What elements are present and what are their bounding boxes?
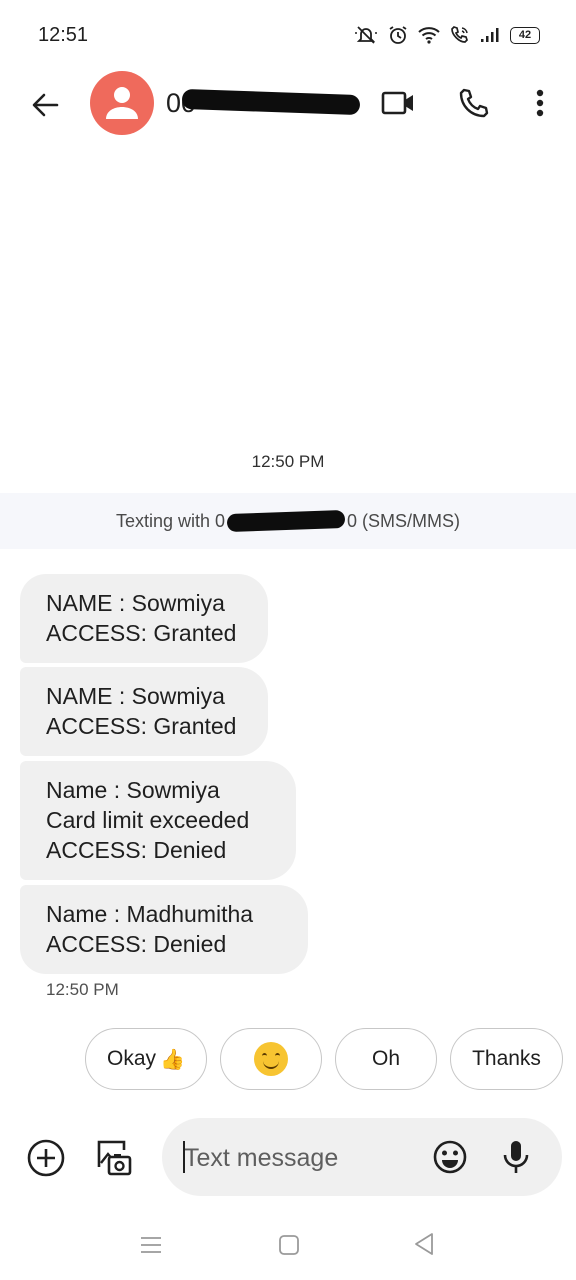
- emoji-button[interactable]: [428, 1135, 472, 1179]
- wifi-icon: [418, 27, 440, 44]
- phone-call-button[interactable]: [450, 80, 498, 126]
- contact-avatar[interactable]: [90, 71, 154, 135]
- voice-input-button[interactable]: [494, 1135, 538, 1179]
- message-line: ACCESS: Denied: [46, 931, 227, 957]
- message-bubble[interactable]: NAME : Sowmiya ACCESS: Granted: [20, 574, 268, 663]
- video-call-button[interactable]: [374, 80, 422, 126]
- gallery-button[interactable]: [90, 1134, 136, 1180]
- message-input[interactable]: [184, 1140, 420, 1176]
- smiling-face-icon: [254, 1042, 288, 1076]
- gallery-camera-icon: [97, 1140, 132, 1176]
- message-line: ACCESS: Denied: [46, 837, 227, 863]
- nav-home-button[interactable]: [276, 1232, 302, 1258]
- video-call-icon: [381, 91, 413, 115]
- message-line: Card limit exceeded: [46, 807, 250, 833]
- back-arrow-icon: [32, 93, 59, 117]
- banner-prefix: Texting with 0: [115, 510, 226, 531]
- smart-reply-thanks[interactable]: Thanks: [450, 1028, 563, 1090]
- wifi-call-icon: [451, 26, 468, 43]
- back-icon: [415, 1233, 433, 1255]
- attach-button[interactable]: [24, 1136, 68, 1180]
- smart-reply-label: Thanks: [472, 1047, 541, 1070]
- message-bubble[interactable]: NAME : Sowmiya ACCESS: Granted: [20, 667, 268, 756]
- texting-with-banner: Texting with 0 0 (SMS/MMS): [0, 493, 576, 549]
- mute-icon: [355, 26, 377, 44]
- mic-icon: [503, 1141, 529, 1173]
- person-icon: [106, 87, 138, 119]
- smart-reply-label: Okay: [107, 1047, 157, 1070]
- emoji-icon: [433, 1140, 467, 1174]
- text-caret: [183, 1141, 185, 1173]
- message-line: NAME : Sowmiya: [46, 683, 225, 709]
- add-circle-icon: [27, 1139, 65, 1177]
- phone-icon: [459, 88, 489, 118]
- smart-reply-emoji[interactable]: [220, 1028, 322, 1090]
- redaction-mark: [226, 509, 346, 533]
- home-icon: [279, 1235, 299, 1255]
- message-bubble[interactable]: Name : Sowmiya Card limit exceeded ACCES…: [20, 761, 296, 880]
- battery-icon: 42: [510, 26, 540, 44]
- more-vert-icon: [536, 89, 544, 117]
- message-line: Name : Sowmiya: [46, 777, 220, 803]
- banner-suffix: 0 (SMS/MMS): [347, 510, 461, 531]
- message-line: ACCESS: Granted: [46, 620, 237, 646]
- back-button[interactable]: [22, 82, 68, 128]
- message-bubble[interactable]: Name : Madhumitha ACCESS: Denied: [20, 885, 308, 974]
- smart-reply-oh[interactable]: Oh: [335, 1028, 437, 1090]
- more-options-button[interactable]: [518, 80, 562, 126]
- smart-reply-label: Oh: [371, 1047, 400, 1070]
- message-timestamp: 12:50 PM: [46, 980, 119, 999]
- status-icons: 42: [354, 22, 540, 48]
- redaction-mark: [181, 88, 361, 116]
- conversation-timestamp: 12:50 PM: [251, 452, 325, 471]
- alarm-icon: [389, 26, 407, 44]
- smart-reply-okay[interactable]: Okay 👍: [85, 1028, 207, 1090]
- status-time: 12:51: [38, 24, 89, 46]
- thumbs-up-icon: 👍: [160, 1048, 185, 1071]
- nav-recents-button[interactable]: [138, 1232, 164, 1258]
- signal-icon: [481, 28, 499, 42]
- message-line: Name : Madhumitha: [46, 901, 254, 927]
- nav-back-button[interactable]: [410, 1230, 438, 1258]
- recents-icon: [141, 1237, 161, 1253]
- message-line: ACCESS: Granted: [46, 713, 237, 739]
- message-line: NAME : Sowmiya: [46, 590, 225, 616]
